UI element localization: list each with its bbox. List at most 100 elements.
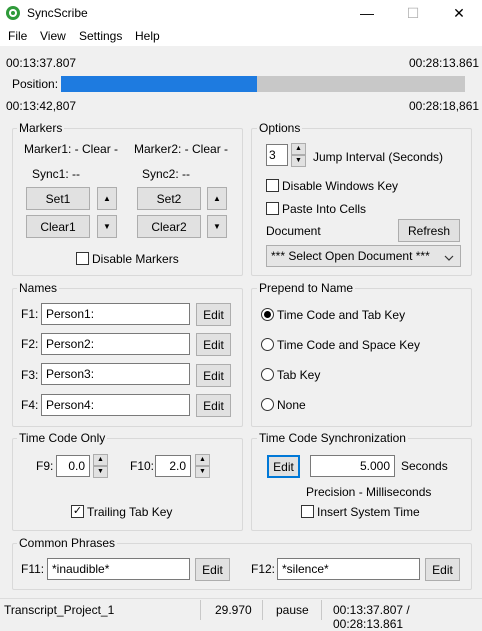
insert-system-time-label: Insert System Time: [317, 505, 420, 519]
names-f1-label: F1:: [21, 307, 39, 321]
total-time-bottom: 00:28:18,861: [409, 99, 480, 113]
f12-edit-button[interactable]: Edit: [425, 558, 460, 581]
jump-interval-input[interactable]: 3: [266, 144, 288, 166]
set2-button[interactable]: Set2: [137, 187, 201, 210]
prepend-title: Prepend to Name: [257, 281, 356, 295]
f12-phrase-input[interactable]: *silence*: [277, 558, 420, 580]
names-f4-edit-button[interactable]: Edit: [196, 394, 231, 417]
current-time-bottom: 00:13:42,807: [6, 99, 77, 113]
f10-input[interactable]: 2.0: [155, 455, 191, 477]
names-f3-label: F3:: [21, 368, 39, 382]
names-f1-input[interactable]: Person1:: [41, 303, 190, 325]
insert-system-time-checkbox[interactable]: [301, 505, 314, 518]
f10-label: F10:: [130, 459, 155, 473]
trailing-tab-checkbox[interactable]: ✓: [71, 505, 84, 518]
trailing-tab-label: Trailing Tab Key: [87, 505, 173, 519]
f11-label: F11:: [21, 562, 45, 576]
jump-interval-down-button[interactable]: ▼: [291, 155, 306, 167]
sync1-label: Sync1: --: [32, 167, 81, 181]
status-state: pause: [276, 603, 309, 617]
maximize-button[interactable]: ☐: [390, 0, 436, 26]
names-f2-input[interactable]: Person2:: [41, 333, 190, 355]
disable-windows-key-label: Disable Windows Key: [282, 179, 399, 193]
names-f2-label: F2:: [21, 337, 39, 351]
marker1-down-button[interactable]: ▼: [97, 215, 117, 238]
prepend-radio-2[interactable]: [261, 368, 274, 381]
common-phrases-title: Common Phrases: [17, 536, 118, 550]
marker1-up-button[interactable]: ▲: [97, 187, 117, 210]
menu-bar: [0, 26, 482, 46]
status-timecode: 00:13:37.807 / 00:28:13.861: [333, 603, 410, 631]
status-project: Transcript_Project_1: [4, 603, 115, 617]
check-icon: ✓: [72, 505, 83, 517]
tc-sync-unit-label: Seconds: [401, 459, 448, 473]
disable-markers-checkbox[interactable]: [76, 252, 89, 265]
marker1-label: Marker1: - Clear -: [24, 142, 119, 156]
tc-sync-offset-input[interactable]: 5.000: [310, 455, 395, 477]
names-title: Names: [17, 281, 60, 295]
f9-label: F9:: [36, 459, 54, 473]
menu-help[interactable]: Help: [135, 29, 160, 43]
total-time-top: 00:28:13.861: [409, 56, 480, 70]
marker2-up-button[interactable]: ▲: [207, 187, 227, 210]
status-separator: [321, 600, 322, 620]
app-logo-icon: [5, 5, 21, 21]
tc-sync-title: Time Code Synchronization: [257, 431, 408, 445]
close-button[interactable]: ✕: [436, 0, 482, 26]
names-f3-input[interactable]: Person3:: [41, 363, 190, 385]
names-f3-edit-button[interactable]: Edit: [196, 364, 231, 387]
jump-interval-label: Jump Interval (Seconds): [313, 150, 444, 164]
prepend-option-3-label: None: [277, 398, 306, 412]
set1-button[interactable]: Set1: [26, 187, 90, 210]
prepend-radio-1[interactable]: [261, 338, 274, 351]
f11-phrase-input[interactable]: *inaudible*: [47, 558, 190, 580]
menu-settings[interactable]: Settings: [79, 29, 122, 43]
disable-markers-label: Disable Markers: [92, 252, 179, 266]
prepend-radio-3[interactable]: [261, 398, 274, 411]
prepend-option-0-label: Time Code and Tab Key: [277, 308, 406, 322]
status-separator: [262, 600, 263, 620]
chevron-down-icon: [444, 251, 454, 265]
options-title: Options: [257, 121, 303, 135]
position-slider-fill: [61, 76, 257, 92]
f10-up-button[interactable]: ▲: [195, 454, 210, 466]
tc-sync-edit-button[interactable]: Edit: [267, 455, 300, 478]
markers-title: Markers: [17, 121, 65, 135]
prepend-radio-0[interactable]: [261, 308, 274, 321]
position-label: Position:: [12, 77, 59, 91]
names-f4-label: F4:: [21, 398, 39, 412]
precision-label: Precision - Milliseconds: [306, 485, 432, 499]
f9-input[interactable]: 0.0: [56, 455, 90, 477]
f9-down-button[interactable]: ▼: [93, 466, 108, 478]
prepend-option-1-label: Time Code and Space Key: [277, 338, 420, 352]
paste-into-cells-checkbox[interactable]: [266, 202, 279, 215]
window-title: SyncScribe: [27, 6, 88, 20]
status-fps: 29.970: [215, 603, 252, 617]
f12-label: F12:: [251, 562, 276, 576]
disable-windows-key-checkbox[interactable]: [266, 179, 279, 192]
paste-into-cells-label: Paste Into Cells: [282, 202, 367, 216]
prepend-option-2-label: Tab Key: [277, 368, 321, 382]
f9-up-button[interactable]: ▲: [93, 454, 108, 466]
clear1-button[interactable]: Clear1: [26, 215, 90, 238]
status-separator: [200, 600, 201, 620]
f10-down-button[interactable]: ▼: [195, 466, 210, 478]
names-f4-input[interactable]: Person4:: [41, 394, 190, 416]
names-f1-edit-button[interactable]: Edit: [196, 303, 231, 326]
minimize-button[interactable]: —: [344, 0, 390, 26]
document-select[interactable]: *** Select Open Document ***: [266, 245, 461, 267]
marker2-down-button[interactable]: ▼: [207, 215, 227, 238]
menu-view[interactable]: View: [40, 29, 66, 43]
names-f2-edit-button[interactable]: Edit: [196, 333, 231, 356]
menu-file[interactable]: File: [8, 29, 27, 43]
f11-edit-button[interactable]: Edit: [195, 558, 230, 581]
clear2-button[interactable]: Clear2: [137, 215, 201, 238]
refresh-button[interactable]: Refresh: [398, 219, 460, 242]
sync2-label: Sync2: --: [142, 167, 191, 181]
jump-interval-up-button[interactable]: ▲: [291, 143, 306, 155]
timecode-only-title: Time Code Only: [17, 431, 108, 445]
current-time-top: 00:13:37.807: [6, 56, 77, 70]
position-slider[interactable]: [61, 76, 465, 92]
document-label: Document: [266, 224, 321, 238]
document-select-value: *** Select Open Document ***: [271, 249, 430, 263]
